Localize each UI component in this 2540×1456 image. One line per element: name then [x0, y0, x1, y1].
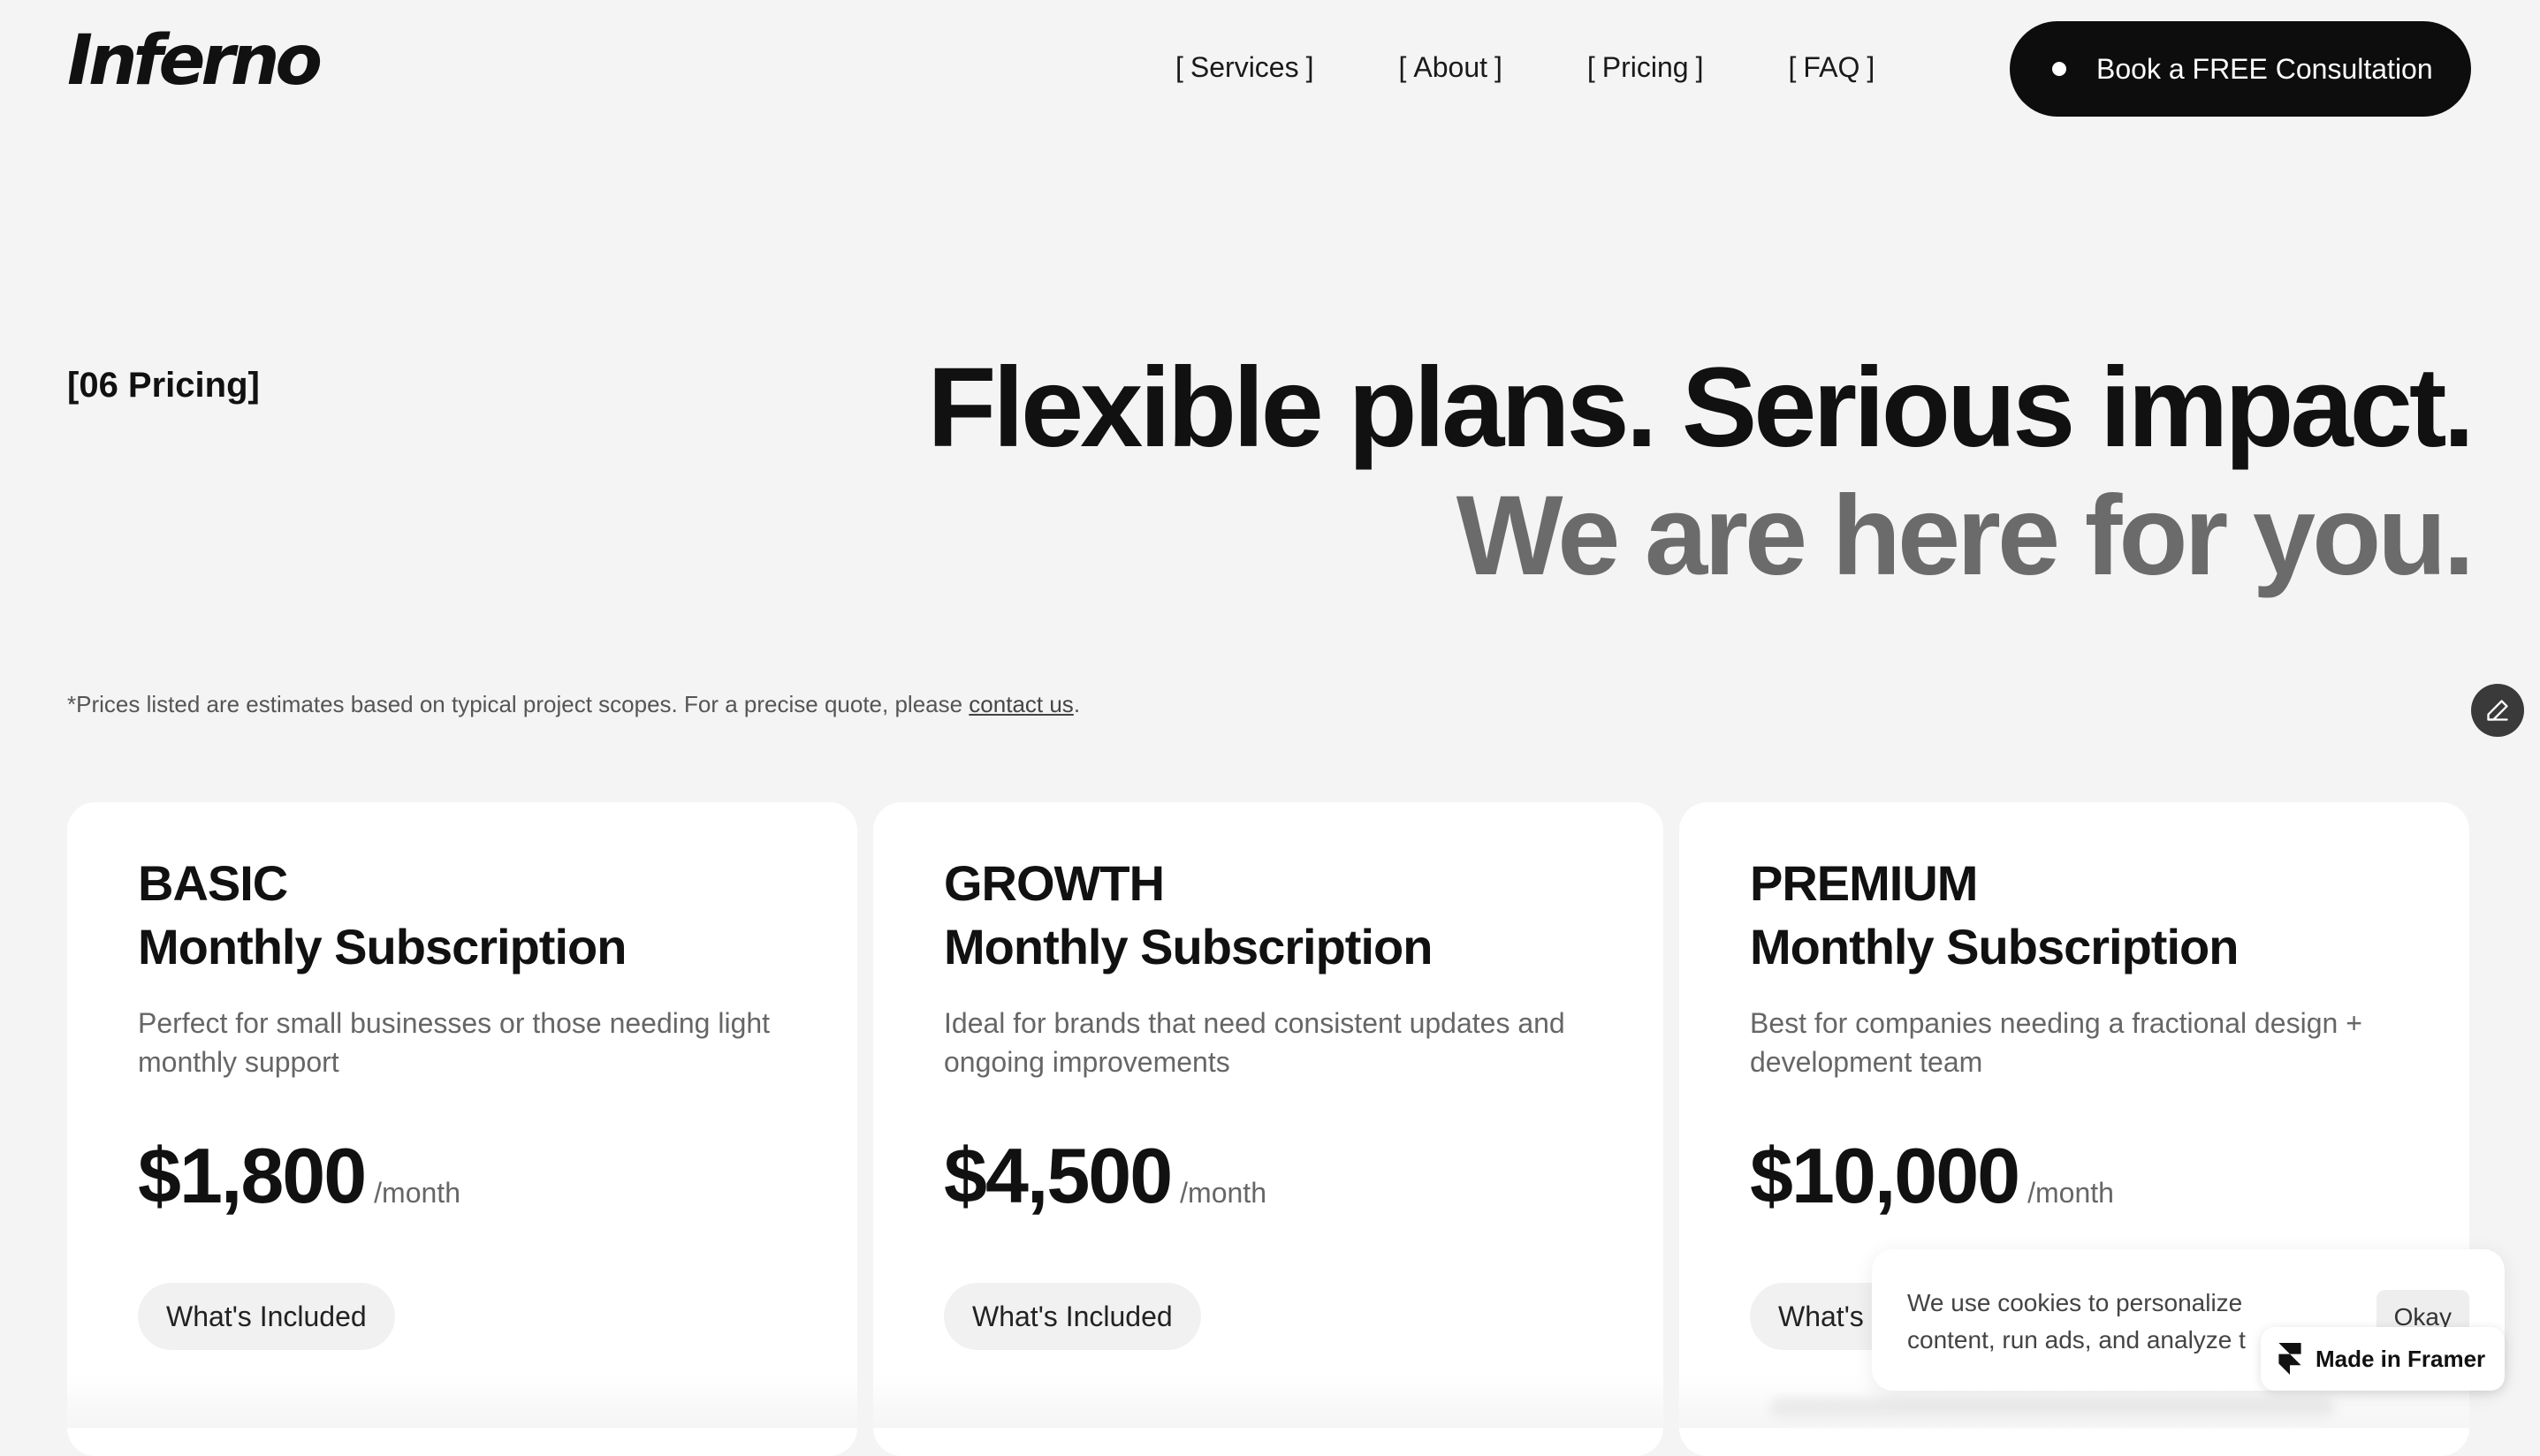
nav-label: FAQ [1803, 51, 1860, 83]
plan-subtitle: Monthly Subscription [944, 919, 1433, 974]
nav-services[interactable]: [Services] [1168, 49, 1320, 85]
cta-label: Book a FREE Consultation [2096, 52, 2433, 85]
plan-subtitle: Monthly Subscription [1750, 919, 2239, 974]
nav-label: Pricing [1601, 51, 1689, 83]
plan-price: $10,000 [1750, 1132, 2020, 1219]
whats-included-button[interactable]: What's Included [138, 1283, 395, 1350]
plan-price-row: $4,500 /month [944, 1131, 1266, 1221]
bracket: ] [1494, 51, 1502, 83]
plan-tier: BASIC [138, 855, 288, 911]
book-consultation-button[interactable]: Book a FREE Consultation [2010, 21, 2471, 117]
bracket: [ [1788, 51, 1797, 83]
blurred-feature-line [1769, 1399, 2335, 1421]
bracket: [ [1175, 51, 1183, 83]
plan-price: $1,800 [138, 1132, 367, 1219]
plan-card-basic: BASIC Monthly Subscription Perfect for s… [67, 802, 857, 1456]
plan-tier: GROWTH [944, 855, 1165, 911]
plan-price-row: $10,000 /month [1750, 1131, 2114, 1221]
plan-description: Best for companies needing a fractional … [1750, 1007, 2362, 1078]
pencil-icon [2487, 700, 2508, 721]
plan-card-growth: GROWTH Monthly Subscription Ideal for br… [873, 802, 1663, 1456]
framer-badge-label: Made in Framer [2316, 1345, 2486, 1372]
disclaimer-end: . [1073, 691, 1081, 717]
whats-included-button[interactable]: What's Included [944, 1283, 1201, 1350]
nav-faq[interactable]: [FAQ] [1781, 49, 1882, 85]
headline-line-1: Flexible plans. Serious impact. [927, 345, 2475, 471]
dot-icon [2052, 62, 2066, 76]
plan-period: /month [374, 1177, 460, 1209]
plan-price-row: $1,800 /month [138, 1131, 460, 1221]
bracket: [ [1586, 51, 1595, 83]
plan-subtitle: Monthly Subscription [138, 919, 627, 974]
main-nav: [Services] [About] [Pricing] [FAQ] [1168, 49, 1882, 85]
bracket: [ [1398, 51, 1407, 83]
nav-label: About [1413, 51, 1487, 83]
headline-line-2: We are here for you. [1456, 473, 2475, 599]
bracket: ] [1867, 51, 1875, 83]
contact-us-link[interactable]: contact us [969, 691, 1074, 717]
bracket: ] [1695, 51, 1704, 83]
nav-pricing[interactable]: [Pricing] [1580, 49, 1711, 85]
plan-tier: PREMIUM [1750, 855, 1978, 911]
pricing-headline: Flexible plans. Serious impact. We are h… [927, 343, 2475, 599]
section-label: [06 Pricing] [67, 366, 260, 405]
nav-about[interactable]: [About] [1391, 49, 1509, 85]
made-in-framer-badge[interactable]: Made in Framer [2261, 1327, 2505, 1391]
nav-label: Services [1190, 51, 1299, 83]
plan-description: Ideal for brands that need consistent up… [944, 1007, 1565, 1078]
bracket: ] [1305, 51, 1314, 83]
disclaimer-text: *Prices listed are estimates based on ty… [67, 691, 970, 717]
cookie-text-line-1: We use cookies to personalize [1907, 1289, 2243, 1316]
plan-period: /month [2027, 1177, 2114, 1209]
logo[interactable]: Inferno [67, 27, 323, 95]
edit-button[interactable] [2471, 684, 2524, 737]
pricing-disclaimer: *Prices listed are estimates based on ty… [67, 691, 1080, 718]
plan-period: /month [1180, 1177, 1266, 1209]
plan-price: $4,500 [944, 1132, 1173, 1219]
plan-description: Perfect for small businesses or those ne… [138, 1007, 771, 1078]
framer-icon [2278, 1343, 2301, 1375]
